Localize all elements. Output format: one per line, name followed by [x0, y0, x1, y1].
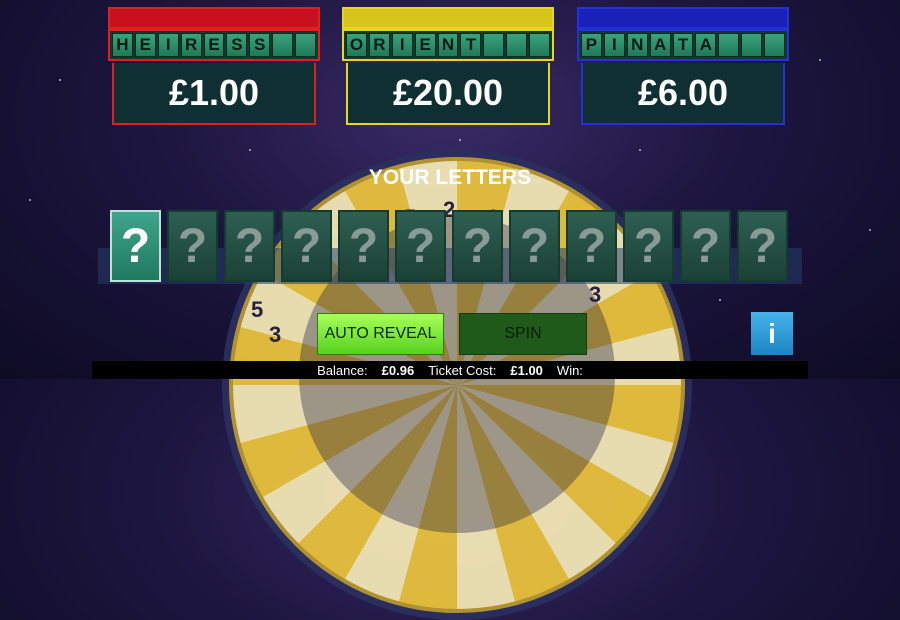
- wheel-number: 3: [589, 282, 602, 307]
- prize-panel-red: HEIRESS £1.00: [108, 7, 320, 125]
- prize-amount: £1.00: [112, 63, 316, 125]
- letter-card[interactable]: ?: [566, 210, 617, 282]
- balance-value: £0.96: [381, 362, 415, 378]
- letter-card[interactable]: ?: [110, 210, 161, 282]
- letter-tile: R: [180, 33, 202, 57]
- letter-card[interactable]: ?: [623, 210, 674, 282]
- panel-header-bar: [577, 7, 789, 29]
- letter-tile: [483, 33, 505, 57]
- letter-card[interactable]: ?: [680, 210, 731, 282]
- word-tiles: PINATA: [577, 29, 789, 61]
- letter-tile: E: [414, 33, 436, 57]
- letter-card[interactable]: ?: [737, 210, 788, 282]
- letter-card[interactable]: ?: [167, 210, 218, 282]
- letter-tile: P: [581, 33, 602, 57]
- letter-tile: R: [368, 33, 390, 57]
- letter-tile: E: [134, 33, 156, 57]
- spin-button[interactable]: SPIN: [459, 313, 587, 355]
- letter-tile: [529, 33, 551, 57]
- prize-panel-blue: PINATA £6.00: [577, 7, 789, 125]
- letter-tile: H: [112, 33, 133, 57]
- word-tiles: ORIENT: [342, 29, 554, 61]
- ticket-cost-label: Ticket Cost:: [428, 362, 497, 378]
- letter-card[interactable]: ?: [509, 210, 560, 282]
- letter-tile: [272, 33, 294, 57]
- letter-tile: A: [695, 33, 717, 57]
- letter-tile: [764, 33, 786, 57]
- letter-tile: I: [603, 33, 625, 57]
- footer-bar: Balance: £0.96 Ticket Cost: £1.00 Win:: [92, 361, 808, 379]
- letter-tile: [506, 33, 528, 57]
- letter-card[interactable]: ?: [452, 210, 503, 282]
- letter-tile: I: [391, 33, 413, 57]
- letter-tile: T: [672, 33, 694, 57]
- prize-panel-yellow: ORIENT £20.00: [342, 7, 554, 125]
- your-letters-title: YOUR LETTERS: [368, 166, 532, 189]
- auto-reveal-button[interactable]: AUTO REVEAL: [317, 313, 444, 355]
- letter-tile: I: [157, 33, 179, 57]
- letter-cards: ????????????: [110, 210, 788, 282]
- letter-tile: [718, 33, 740, 57]
- letter-tile: [295, 33, 317, 57]
- wheel-number: 5: [251, 297, 264, 322]
- balance-label: Balance:: [317, 362, 368, 378]
- letter-tile: O: [346, 33, 367, 57]
- word-tiles: HEIRESS: [108, 29, 320, 61]
- letter-card[interactable]: ?: [338, 210, 389, 282]
- letter-tile: T: [460, 33, 482, 57]
- letter-tile: [741, 33, 763, 57]
- wheel-number: 3: [269, 322, 282, 347]
- letter-tile: N: [626, 33, 648, 57]
- info-button[interactable]: i: [751, 312, 793, 355]
- letter-tile: S: [226, 33, 248, 57]
- prize-amount: £20.00: [346, 63, 550, 125]
- letter-tile: E: [203, 33, 225, 57]
- win-label: Win:: [556, 362, 583, 378]
- letter-card[interactable]: ?: [224, 210, 275, 282]
- panel-header-bar: [108, 7, 320, 29]
- letter-card[interactable]: ?: [395, 210, 446, 282]
- prize-amount: £6.00: [581, 63, 785, 125]
- letter-tile: N: [437, 33, 459, 57]
- letter-tile: A: [649, 33, 671, 57]
- panel-header-bar: [342, 7, 554, 29]
- letter-tile: S: [249, 33, 271, 57]
- letter-card[interactable]: ?: [281, 210, 332, 282]
- ticket-cost-value: £1.00: [510, 362, 543, 378]
